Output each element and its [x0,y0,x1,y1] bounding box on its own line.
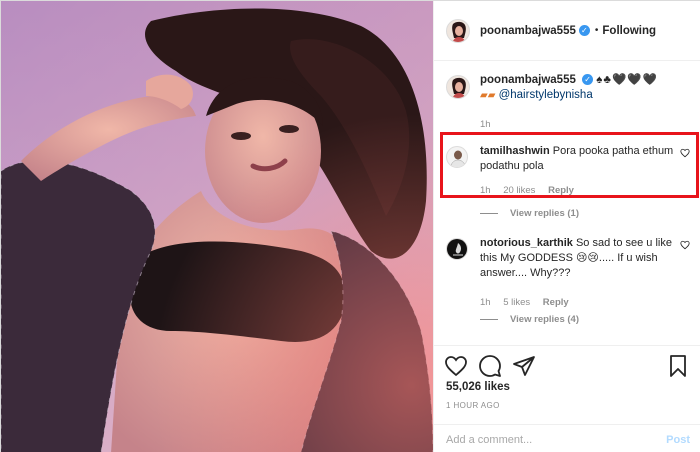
comment-heart-icon[interactable] [680,240,690,250]
caption-emoji: ♠♣🖤🖤🖤 [596,74,658,86]
comment-item: notorious_karthik So sad to see u like t… [446,236,690,310]
reply-button[interactable]: Reply [543,297,569,308]
comment-username[interactable]: tamilhashwin [480,145,550,157]
comment-icon[interactable] [478,354,502,378]
caption-username[interactable]: poonambajwa555 [480,74,576,86]
bookmark-icon[interactable] [666,354,690,378]
post-image [1,1,433,452]
caption-body: poonambajwa555 ✓ ♠♣🖤🖤🖤 ▰▰ @hairstylebyni… [480,73,690,132]
verified-badge-icon: ✓ [582,74,594,86]
add-comment-bar: Post [434,424,700,452]
comment-time: 1h [480,185,491,196]
comment-body: tamilhashwin Pora pooka patha ethum poda… [480,144,676,198]
comments-list[interactable]: poonambajwa555 ✓ ♠♣🖤🖤🖤 ▰▰ @hairstylebyni… [434,61,700,345]
comment-item: tamilhashwin Pora pooka patha ethum poda… [446,144,690,198]
caption-mention[interactable]: @hairstylebynisha [499,89,593,101]
author-avatar[interactable] [446,18,470,43]
verified-badge-icon: ✓ [578,25,590,36]
commenter-avatar[interactable] [446,146,468,168]
comment-body: notorious_karthik So sad to see u like t… [480,236,676,310]
avatar-image [447,147,467,167]
post-comment-button[interactable]: Post [666,434,690,446]
reply-button[interactable]: Reply [548,185,574,196]
post-photo[interactable] [1,1,433,452]
comment-meta: 1h 5 likes Reply [480,295,676,310]
comment-likes[interactable]: 20 likes [503,185,535,196]
post-header: poonambajwa555 ✓ • Following [434,1,700,61]
view-replies-label: View replies (4) [510,314,579,325]
avatar-image [447,19,469,42]
comment-meta: 1h 20 likes Reply [480,183,676,198]
likes-count[interactable]: 55,026 likes [446,381,510,393]
post-time: 1 HOUR AGO [446,401,500,410]
share-icon[interactable] [512,354,536,378]
avatar-image [447,76,469,98]
caption-avatar[interactable] [446,75,470,99]
post-caption: poonambajwa555 ✓ ♠♣🖤🖤🖤 ▰▰ @hairstylebyni… [446,73,690,132]
replies-divider [480,319,498,320]
comment-username[interactable]: notorious_karthik [480,237,573,249]
comment-likes[interactable]: 5 likes [503,297,530,308]
separator-dot: • [594,25,599,36]
action-icons [442,354,694,378]
add-comment-input[interactable] [446,433,667,446]
commenter-avatar[interactable] [446,238,468,260]
author-username[interactable]: poonambajwa555 [480,25,576,37]
following-button[interactable]: Following [602,25,656,37]
replies-divider [480,213,498,214]
heart-icon[interactable] [444,354,468,378]
instagram-post: poonambajwa555 ✓ • Following poonambajwa… [0,0,700,452]
view-replies-label: View replies (1) [510,208,579,219]
avatar-image [447,239,467,259]
post-actions: 55,026 likes 1 HOUR AGO Post [434,345,700,452]
comb-emoji-icon: ▰▰ [480,90,496,101]
view-replies-button[interactable]: View replies (4) [480,314,579,325]
post-side-panel: poonambajwa555 ✓ • Following poonambajwa… [433,1,700,452]
comment-time: 1h [480,297,491,308]
caption-time: 1h [480,119,491,130]
comment-heart-icon[interactable] [680,148,690,158]
view-replies-button[interactable]: View replies (1) [480,208,579,219]
